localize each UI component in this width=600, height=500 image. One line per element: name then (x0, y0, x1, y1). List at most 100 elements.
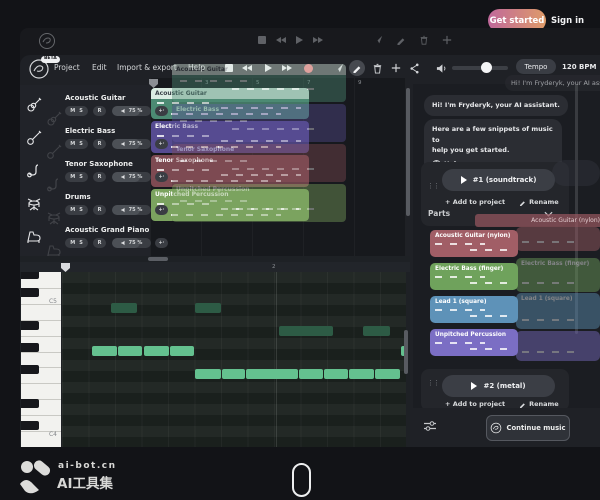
part-card-3[interactable]: Lead 1 (square) (430, 296, 518, 323)
piano-keys[interactable]: C5C4 (21, 272, 61, 447)
tempo-button[interactable]: Tempo (516, 59, 556, 74)
track-row: Tenor SaxophoneMSR75 %+· (20, 159, 150, 190)
horizontal-scrollbar[interactable] (148, 257, 168, 261)
snippet-2-play-button[interactable]: #2 (metal) (442, 375, 555, 397)
mute-button[interactable]: M (70, 141, 75, 147)
add-to-project-button[interactable]: + Add to project (445, 400, 505, 408)
track-name: Acoustic Grand Piano (65, 226, 149, 234)
mute-button[interactable]: M (70, 108, 75, 114)
midi-note[interactable] (170, 346, 194, 356)
midi-note[interactable] (299, 369, 323, 379)
part-card-label: Electric Bass (finger) (430, 263, 518, 272)
add-button[interactable] (389, 61, 403, 75)
black-key[interactable] (21, 272, 39, 279)
piano-roll-scrollbar[interactable] (404, 330, 408, 374)
ghost-part-card: Lead 1 (square) (516, 293, 600, 329)
midi-note[interactable] (375, 369, 400, 379)
part-card-4[interactable]: Unpitched Percussion (430, 329, 518, 356)
rename-button[interactable]: Rename (519, 400, 559, 408)
mute-solo-buttons[interactable]: MS (65, 238, 88, 248)
piano-roll-ruler[interactable]: 2 (20, 262, 410, 272)
part-card-2[interactable]: Electric Bass (finger) (430, 263, 518, 290)
mute-solo-buttons[interactable]: MS (65, 205, 88, 215)
tune-icon[interactable] (423, 420, 437, 432)
midi-note[interactable] (195, 369, 221, 379)
track-volume[interactable]: 75 % (112, 238, 151, 248)
track-volume[interactable]: 75 % (112, 106, 151, 116)
solo-button[interactable]: S (79, 174, 83, 180)
solo-button[interactable]: S (79, 141, 83, 147)
intro-text-line2: help you get started. (432, 145, 554, 156)
add-to-project-button[interactable]: + Add to project (445, 198, 505, 206)
pencil-icon (519, 401, 526, 408)
track-more-button[interactable]: +· (155, 205, 168, 215)
mute-button[interactable]: M (70, 207, 75, 213)
volume-slider-knob[interactable] (481, 62, 492, 73)
solo-button[interactable]: S (79, 240, 83, 246)
arrangement-scrollbar[interactable] (406, 88, 410, 216)
record-arm-button[interactable]: R (93, 205, 106, 215)
trash-button[interactable] (370, 61, 384, 75)
volume-value: 75 % (129, 174, 143, 180)
track-more-button[interactable]: +· (155, 139, 168, 149)
black-key[interactable] (21, 343, 39, 352)
mute-solo-buttons[interactable]: MS (65, 172, 88, 182)
solo-button[interactable]: S (79, 207, 83, 213)
parts-list: Acoustic Guitar (nylon) Electric Bass (fi… (430, 230, 518, 360)
midi-note-dim[interactable] (111, 303, 137, 313)
midi-note[interactable] (118, 346, 142, 356)
midi-note-dim[interactable] (195, 303, 221, 313)
ghost-transport-controls (258, 36, 323, 44)
track-more-button[interactable]: +· (155, 172, 168, 182)
menu-import-export[interactable]: Import & export (117, 63, 177, 72)
pencil-tool-button[interactable] (349, 60, 365, 76)
track-list: Acoustic GuitarMSR75 %+·Electric BassMSR… (20, 85, 150, 256)
menu-project[interactable]: Project (54, 63, 80, 72)
continue-music-button[interactable]: Continue music (486, 415, 570, 441)
solo-button[interactable]: S (79, 108, 83, 114)
piano-roll-grid[interactable] (62, 272, 406, 447)
volume-icon[interactable] (434, 61, 448, 75)
share-button[interactable] (407, 61, 421, 75)
ghost-clip-notes (180, 120, 250, 122)
mute-button[interactable]: M (70, 174, 75, 180)
volume-slider[interactable] (452, 66, 508, 70)
track-row: DrumsMSR75 %+· (20, 192, 150, 223)
menu-edit[interactable]: Edit (92, 63, 107, 72)
record-arm-button[interactable]: R (93, 172, 106, 182)
part-card-1[interactable]: Acoustic Guitar (nylon) (430, 230, 518, 257)
acoustic-guitar-ghost-icon (46, 111, 62, 127)
track-volume[interactable]: 75 % (112, 172, 151, 182)
midi-note-dim[interactable] (363, 326, 390, 336)
track-volume[interactable]: 75 % (112, 139, 151, 149)
sign-in-link[interactable]: Sign in (551, 16, 584, 26)
midi-note[interactable] (324, 369, 348, 379)
track-more-button[interactable]: +· (155, 106, 168, 116)
mute-button[interactable]: M (70, 240, 75, 246)
midi-note-dim[interactable] (279, 326, 333, 336)
track-volume[interactable]: 75 % (112, 205, 151, 215)
drag-handle-icon[interactable]: ⋮⋮ (427, 381, 433, 387)
record-arm-button[interactable]: R (93, 106, 106, 116)
snippet-1-play-button[interactable]: #1 (soundtrack) (442, 169, 555, 191)
black-key[interactable] (21, 399, 39, 408)
midi-note[interactable] (222, 369, 245, 379)
mute-solo-buttons[interactable]: MS (65, 106, 88, 116)
mute-solo-buttons[interactable]: MS (65, 139, 88, 149)
midi-note[interactable] (349, 369, 374, 379)
ghost-clip-notes (180, 160, 250, 162)
track-more-button[interactable]: +· (155, 238, 168, 248)
black-key[interactable] (21, 321, 39, 330)
midi-note[interactable] (92, 346, 117, 356)
part-notes-preview (435, 342, 485, 344)
record-arm-button[interactable]: R (93, 139, 106, 149)
track-name: Acoustic Guitar (65, 94, 126, 102)
black-key[interactable] (21, 288, 39, 297)
midi-note[interactable] (246, 369, 298, 379)
black-key[interactable] (21, 365, 39, 374)
rename-button[interactable]: Rename (519, 198, 559, 206)
black-key[interactable] (21, 421, 39, 430)
drag-handle-icon[interactable]: ⋮⋮ (427, 184, 433, 190)
midi-note[interactable] (144, 346, 169, 356)
record-arm-button[interactable]: R (93, 238, 106, 248)
